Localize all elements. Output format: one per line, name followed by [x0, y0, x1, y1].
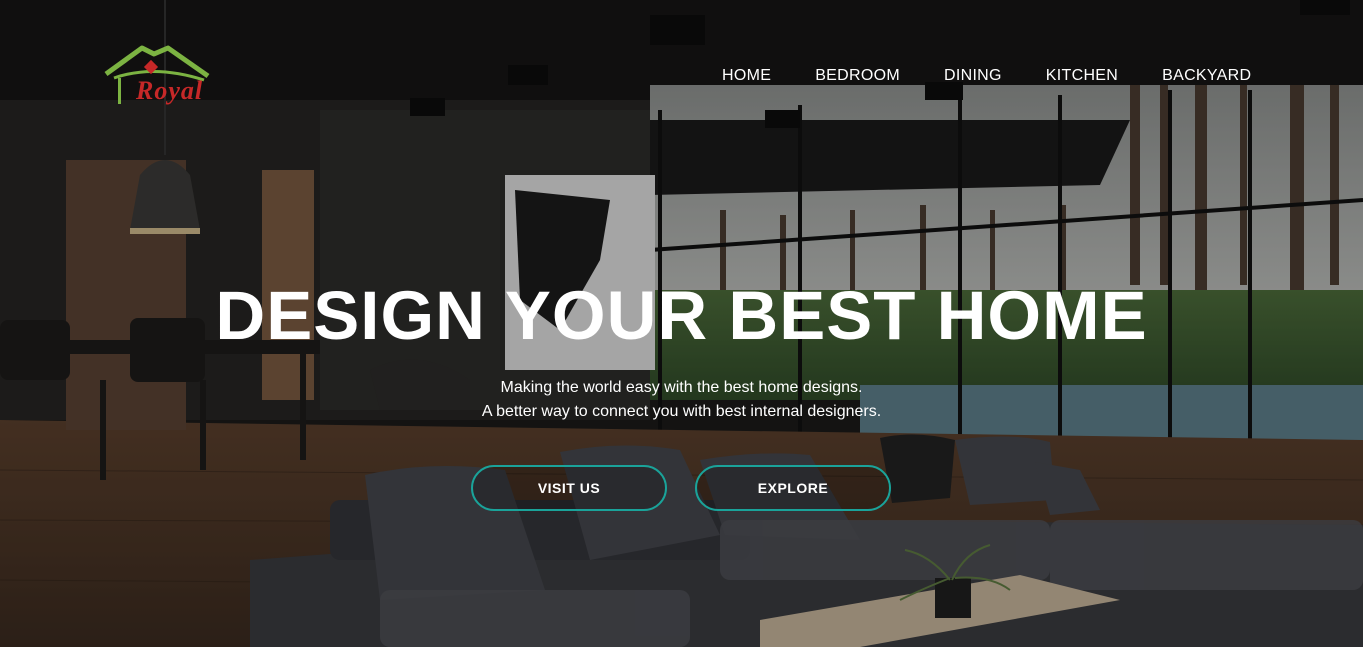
hero-subline-1: Making the world easy with the best home… — [500, 379, 863, 396]
visit-us-button[interactable]: VISIT US — [471, 465, 667, 511]
hero-subline-2: A better way to connect you with best in… — [481, 403, 882, 420]
main-nav: HOME BEDROOM DINING KITCHEN BACKYARD — [722, 66, 1251, 86]
nav-item-backyard[interactable]: BACKYARD — [1162, 66, 1251, 86]
nav-item-bedroom[interactable]: BEDROOM — [815, 66, 900, 86]
logo-text: Royal — [136, 76, 204, 105]
hero-headline: DESIGN YOUR BEST HOME — [215, 277, 1148, 354]
nav-item-dining[interactable]: DINING — [944, 66, 1002, 86]
hero-section: Royal HOME BEDROOM DINING KITCHEN BACKYA… — [0, 0, 1363, 647]
explore-button[interactable]: EXPLORE — [695, 465, 891, 511]
royal-logo[interactable]: Royal — [104, 44, 212, 116]
nav-item-home[interactable]: HOME — [722, 66, 771, 86]
nav-item-kitchen[interactable]: KITCHEN — [1046, 66, 1118, 86]
